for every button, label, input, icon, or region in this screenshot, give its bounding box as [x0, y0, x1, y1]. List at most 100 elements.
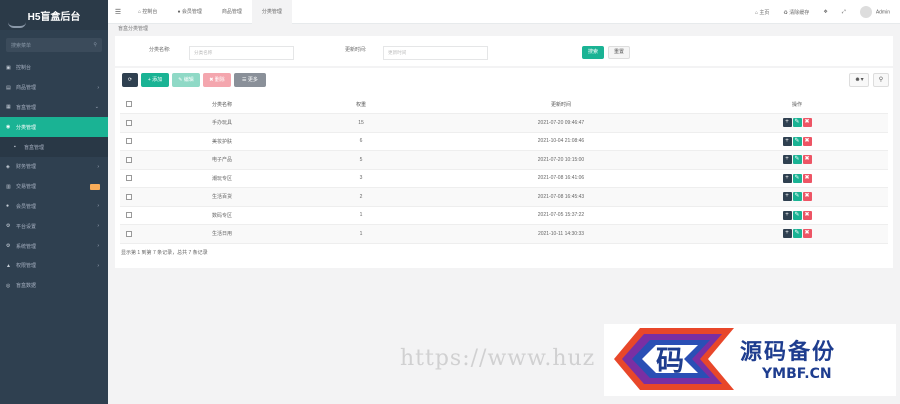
- cell-time: 2021-10-11 14:30:33: [416, 224, 706, 244]
- column-header-time[interactable]: 更新时间: [416, 95, 706, 114]
- menu-toggle-icon[interactable]: ☰: [108, 8, 128, 16]
- watermark-url: https://www.huz: [400, 346, 596, 371]
- edit-icon[interactable]: ✎: [792, 229, 802, 239]
- cell-time: 2021-07-08 16:41:06: [416, 169, 706, 188]
- user-menu[interactable]: Admin: [859, 6, 890, 18]
- sidebar-item-7[interactable]: ● 会员管理 ›: [0, 197, 108, 217]
- sidebar-item-10[interactable]: ▲ 权限管理 ›: [0, 256, 108, 276]
- delete-icon[interactable]: ✖: [802, 136, 812, 146]
- refresh-button[interactable]: ⟳: [122, 73, 138, 87]
- sidebar-item-label: 盲盒数据: [16, 283, 37, 290]
- table-search-icon[interactable]: ⚲: [873, 73, 889, 87]
- sidebar-item-0[interactable]: ▣ 控制台: [0, 58, 108, 78]
- table-row[interactable]: 美妆护肤 6 2021-10-04 21:08:46 + ✎ ✖: [120, 132, 888, 151]
- sidebar-item-11[interactable]: ◎ 盲盒数据: [0, 276, 108, 296]
- chevron-right-icon: ›: [97, 223, 99, 230]
- detail-icon[interactable]: +: [782, 155, 792, 165]
- sidebar-menu: ▣ 控制台 ▤ 商品管理 › ▦ 盲盒管理 ⌄ ◉ 分类管理 ▪ 盲盒管理 ◈ 财务管理 › ▥ 交易管理 ● 会员…: [0, 58, 108, 296]
- detail-icon[interactable]: +: [782, 136, 792, 146]
- watermark-mark: 码: [656, 344, 684, 377]
- column-header-weight[interactable]: 权重: [306, 95, 416, 114]
- edit-icon[interactable]: ✎: [792, 173, 802, 183]
- sidebar-item-label: 控制台: [16, 65, 32, 72]
- row-checkbox[interactable]: [120, 206, 138, 225]
- delete-icon[interactable]: ✖: [802, 210, 812, 220]
- column-toggle-button[interactable]: ☻▾: [849, 73, 869, 87]
- delete-icon[interactable]: ✖: [802, 173, 812, 183]
- table-row[interactable]: 潮玩专区 3 2021-07-08 16:41:06 + ✎ ✖: [120, 169, 888, 188]
- detail-icon[interactable]: +: [782, 192, 792, 202]
- clear-cache-link[interactable]: ♻ 清除缓存: [783, 9, 809, 16]
- category-icon: ◉: [6, 124, 11, 131]
- search-button[interactable]: 搜索: [582, 46, 604, 59]
- cell-name: 生活百货: [138, 187, 306, 207]
- sidebar-item-9[interactable]: ⚙ 系统管理 ›: [0, 236, 108, 256]
- reset-button[interactable]: 重置: [608, 46, 630, 59]
- lock-icon[interactable]: ❖: [823, 9, 827, 15]
- detail-icon[interactable]: +: [782, 118, 792, 128]
- sidebar-item-4[interactable]: ▪ 盲盒管理: [0, 137, 108, 157]
- edit-icon[interactable]: ✎: [792, 155, 802, 165]
- category-name-label: 分类名称:: [149, 47, 171, 53]
- tab-dashboard[interactable]: ⌂ 控制台: [128, 0, 167, 24]
- edit-icon[interactable]: ✎: [792, 192, 802, 202]
- cell-actions: + ✎ ✖: [706, 187, 888, 207]
- update-time-input[interactable]: 更新时间: [383, 46, 488, 60]
- edit-icon[interactable]: ✎: [792, 136, 802, 146]
- tab-goods[interactable]: 商品管理: [212, 0, 252, 24]
- sidebar-item-label: 盲盒管理: [16, 104, 37, 111]
- more-button[interactable]: ☰ 更多: [234, 73, 266, 87]
- table-row[interactable]: 手办玩具 15 2021-07-20 09:46:47 + ✎ ✖: [120, 113, 888, 133]
- column-header-name[interactable]: 分类名称: [138, 95, 306, 114]
- row-checkbox[interactable]: [120, 169, 138, 188]
- goods-icon: ▤: [6, 84, 11, 91]
- delete-icon[interactable]: ✖: [802, 192, 812, 202]
- sidebar-item-label: 系统管理: [16, 243, 37, 250]
- row-checkbox[interactable]: [120, 187, 138, 207]
- chevron-right-icon: ›: [97, 243, 99, 250]
- sidebar-search-input[interactable]: 搜索菜单 ⚲: [6, 38, 102, 52]
- table-panel: ⟳ + 添加 ✎ 编辑 ✖ 删除 ☰ 更多 ☻▾ ⚲ 分类名称 权重 更新时间 …: [115, 68, 893, 268]
- platform-icon: ⚙: [6, 223, 11, 230]
- row-checkbox[interactable]: [120, 150, 138, 170]
- row-checkbox[interactable]: [120, 113, 138, 133]
- edit-icon[interactable]: ✎: [792, 118, 802, 128]
- tab-category[interactable]: 分类管理: [251, 0, 292, 24]
- delete-icon[interactable]: ✖: [802, 155, 812, 165]
- home-link[interactable]: ⌂ 主页: [755, 9, 769, 16]
- avatar: [859, 6, 872, 18]
- detail-icon[interactable]: +: [782, 173, 792, 183]
- sidebar-item-label: 权限管理: [16, 263, 37, 270]
- cell-time: 2021-07-05 15:37:22: [416, 206, 706, 225]
- edit-button[interactable]: ✎ 编辑: [172, 73, 200, 87]
- table-row[interactable]: 生活百货 2 2021-07-08 16:45:43 + ✎ ✖: [120, 187, 888, 207]
- row-checkbox[interactable]: [120, 224, 138, 244]
- delete-icon[interactable]: ✖: [802, 118, 812, 128]
- sidebar-item-2[interactable]: ▦ 盲盒管理 ⌄: [0, 98, 108, 118]
- sidebar-item-5[interactable]: ◈ 财务管理 ›: [0, 157, 108, 177]
- delete-button[interactable]: ✖ 删除: [203, 73, 231, 87]
- sidebar-item-1[interactable]: ▤ 商品管理 ›: [0, 78, 108, 98]
- search-icon[interactable]: ⚲: [93, 42, 97, 48]
- sidebar-item-3[interactable]: ◉ 分类管理: [0, 117, 108, 138]
- add-button[interactable]: + 添加: [141, 73, 169, 87]
- finance-icon: ◈: [6, 163, 10, 170]
- detail-icon[interactable]: +: [782, 229, 792, 239]
- delete-icon[interactable]: ✖: [802, 229, 812, 239]
- table-row[interactable]: 生活日用 1 2021-10-11 14:30:33 + ✎ ✖: [120, 224, 888, 244]
- edit-icon[interactable]: ✎: [792, 210, 802, 220]
- select-all-checkbox[interactable]: [120, 95, 138, 114]
- dashboard-icon: ▣: [6, 64, 11, 71]
- detail-icon[interactable]: +: [782, 210, 792, 220]
- cell-time: 2021-07-08 16:45:43: [416, 187, 706, 207]
- row-checkbox[interactable]: [120, 132, 138, 151]
- fullscreen-icon[interactable]: ⤢: [842, 9, 846, 15]
- tab-members[interactable]: ● 会员管理: [167, 0, 211, 24]
- category-name-input[interactable]: 分类名称: [189, 46, 294, 60]
- table-row[interactable]: 电子产品 5 2021-07-20 10:15:00 + ✎ ✖: [120, 150, 888, 170]
- table-row[interactable]: 数码专区 1 2021-07-05 15:37:22 + ✎ ✖: [120, 206, 888, 225]
- cell-name: 电子产品: [138, 150, 306, 170]
- sidebar-item-6[interactable]: ▥ 交易管理: [0, 177, 108, 197]
- chevron-right-icon: ›: [97, 262, 99, 269]
- sidebar-item-8[interactable]: ⚙ 平台设置 ›: [0, 216, 108, 236]
